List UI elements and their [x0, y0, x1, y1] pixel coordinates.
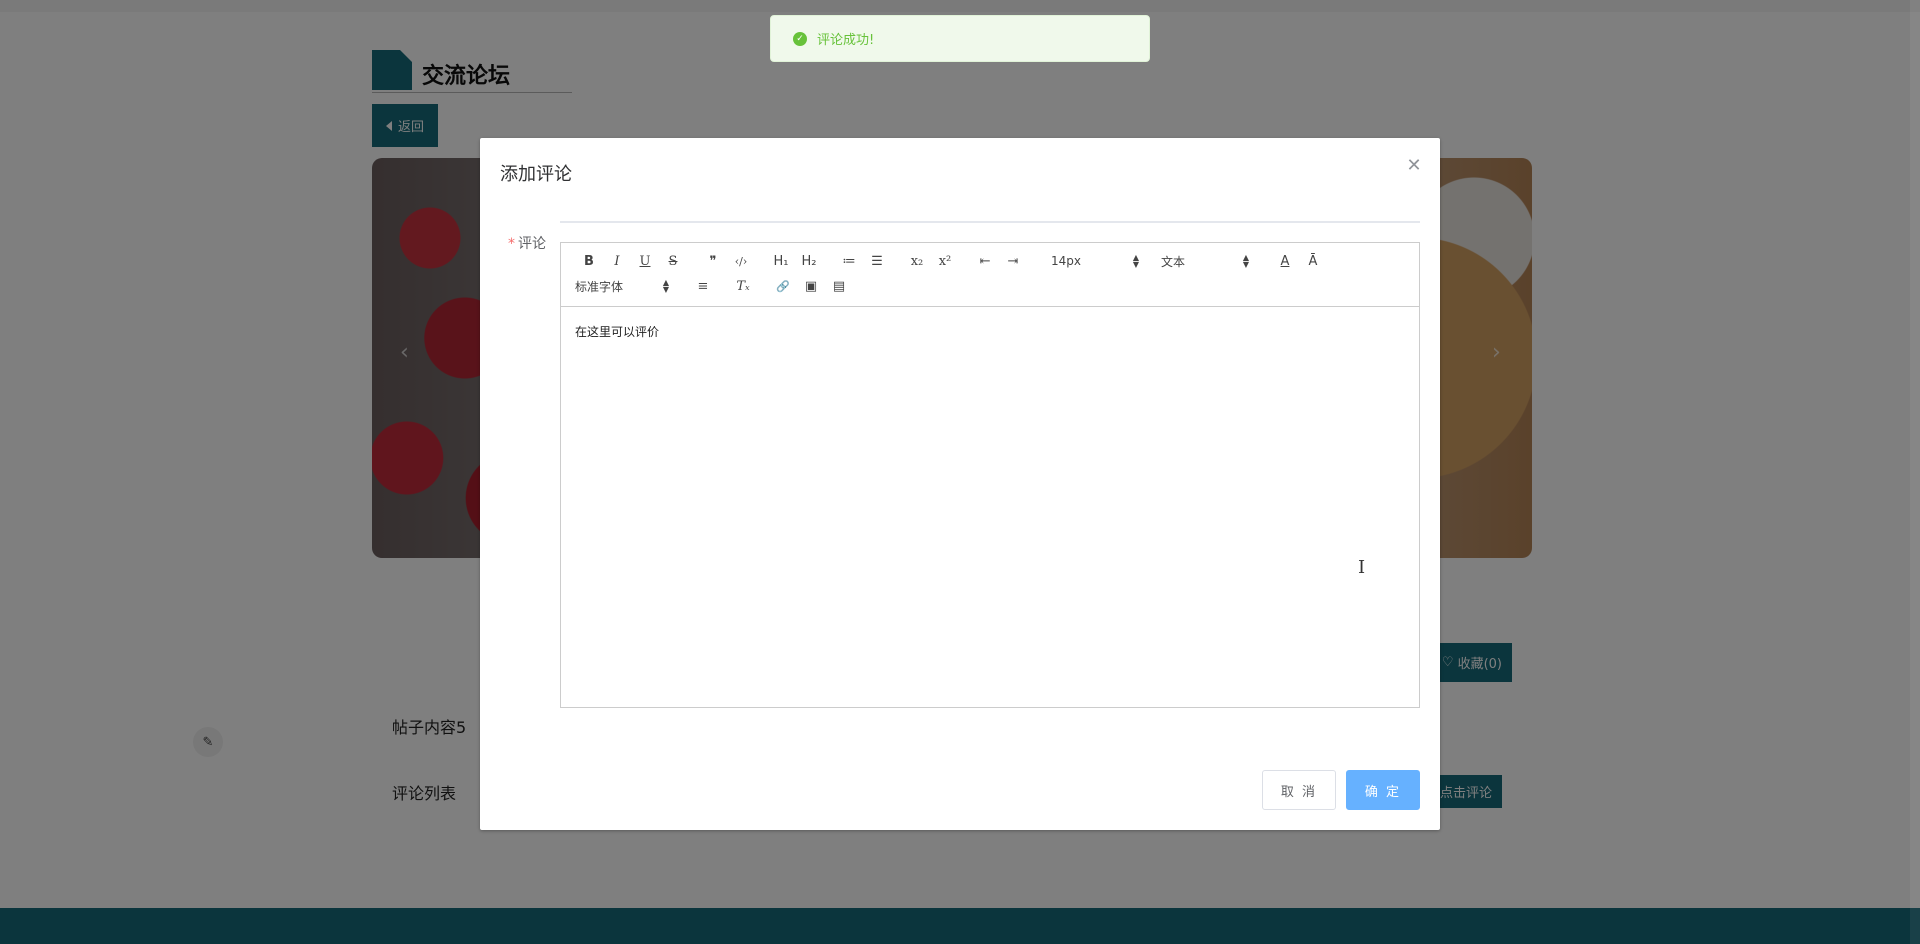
text-color-icon[interactable]: A	[1271, 251, 1299, 271]
editor-text: 在这里可以评价	[575, 325, 660, 339]
dialog-title: 添加评论	[500, 164, 572, 185]
heading-1-icon[interactable]: H₁	[767, 251, 795, 271]
comment-label-text: 评论	[518, 236, 546, 252]
heading-2-icon[interactable]: H₂	[795, 251, 823, 271]
subscript-icon[interactable]: x₂	[903, 251, 931, 271]
check-circle-icon: ✓	[793, 31, 807, 46]
add-comment-dialog: 添加评论 ✕ * 评论 B I U S ❞ ‹/› H₁ H₂ ≔ ☰ x₂ x…	[480, 138, 1440, 830]
scrollbar[interactable]	[1910, 0, 1920, 944]
font-family-select[interactable]: 标准字体 ▲ ▼	[575, 276, 669, 296]
font-size-select[interactable]: 14px ▲ ▼	[1051, 251, 1139, 271]
confirm-button[interactable]: 确 定	[1346, 770, 1420, 810]
editor-content-area[interactable]: 在这里可以评价	[575, 323, 659, 340]
editor-toolbar: B I U S ❞ ‹/› H₁ H₂ ≔ ☰ x₂ x² ⇤ ⇥ 14px ▲…	[561, 243, 1419, 307]
align-icon[interactable]: ≡	[689, 276, 717, 296]
required-mark: *	[508, 236, 515, 252]
superscript-icon[interactable]: x²	[931, 251, 959, 271]
bullet-list-icon[interactable]: ☰	[863, 251, 891, 271]
image-icon[interactable]: ▣	[797, 276, 825, 296]
blockquote-icon[interactable]: ❞	[699, 251, 727, 271]
code-block-icon[interactable]: ‹/›	[727, 251, 755, 271]
toolbar-row-1: B I U S ❞ ‹/› H₁ H₂ ≔ ☰ x₂ x² ⇤ ⇥ 14px ▲…	[575, 251, 1327, 271]
outdent-icon[interactable]: ⇤	[971, 251, 999, 271]
video-icon[interactable]: ▤	[825, 276, 853, 296]
background-color-icon[interactable]: Ā	[1299, 251, 1327, 271]
comment-field-label: * 评论	[508, 233, 546, 253]
header-select[interactable]: 文本 ▲ ▼	[1161, 251, 1249, 271]
underline-icon[interactable]: U	[631, 251, 659, 271]
editor-top-divider	[560, 221, 1420, 223]
select-arrows-icon: ▲ ▼	[1242, 253, 1249, 269]
toolbar-row-2: 标准字体 ▲ ▼ ≡ Tₓ 🔗 ▣ ▤	[575, 276, 853, 296]
toast-message: 评论成功!	[817, 33, 875, 48]
indent-icon[interactable]: ⇥	[999, 251, 1027, 271]
select-arrows-icon: ▲ ▼	[662, 278, 669, 294]
font-family-value: 标准字体	[575, 279, 624, 294]
italic-icon[interactable]: I	[603, 251, 631, 271]
bold-icon[interactable]: B	[575, 251, 603, 271]
select-arrows-icon: ▲ ▼	[1132, 253, 1139, 269]
clear-format-icon[interactable]: Tₓ	[729, 276, 757, 296]
success-toast: ✓ 评论成功!	[770, 15, 1150, 62]
strikethrough-icon[interactable]: S	[659, 251, 687, 271]
rich-text-editor: B I U S ❞ ‹/› H₁ H₂ ≔ ☰ x₂ x² ⇤ ⇥ 14px ▲…	[560, 242, 1420, 708]
cancel-button[interactable]: 取 消	[1262, 770, 1336, 810]
link-icon[interactable]: 🔗	[769, 276, 797, 296]
close-icon[interactable]: ✕	[1406, 157, 1422, 175]
text-cursor-icon: I	[1358, 557, 1366, 578]
font-size-value: 14px	[1051, 254, 1081, 268]
header-value: 文本	[1161, 254, 1186, 269]
ordered-list-icon[interactable]: ≔	[835, 251, 863, 271]
